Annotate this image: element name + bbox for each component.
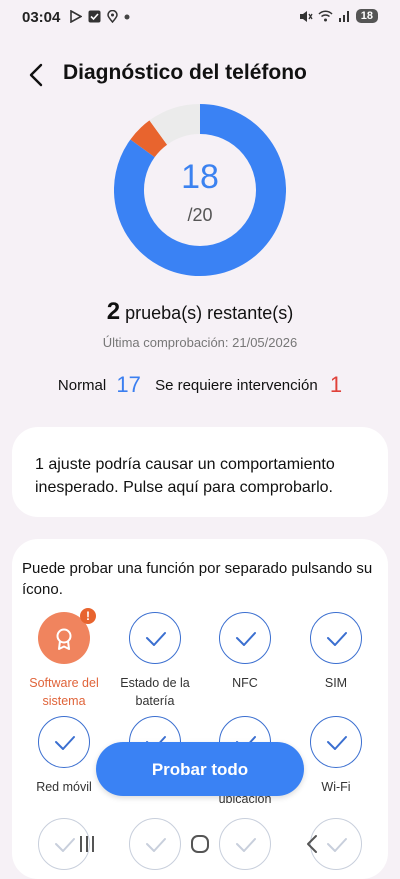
warning-text: 1 ajuste podría causar un comportamiento…	[35, 456, 335, 496]
remaining-tests: 2 prueba(s) restante(s)	[0, 298, 400, 326]
signal-icon	[338, 11, 349, 22]
tile-label: Estado de la batería	[120, 676, 190, 708]
tile-icon-circle	[38, 716, 90, 768]
last-check: Última comprobación: 21/05/2026	[102, 335, 298, 350]
tile-wifi[interactable]: Wi-Fi	[291, 716, 381, 796]
back-arrow-icon	[29, 63, 43, 87]
check-icon	[327, 736, 347, 750]
tile-label: Software del sistema	[29, 676, 99, 708]
tile-label: Wi-Fi	[321, 780, 351, 794]
mute-icon	[299, 10, 313, 22]
status-time: 03:04	[22, 9, 61, 26]
nav-back-icon	[307, 835, 317, 853]
score-donut: 18 /20	[114, 104, 286, 276]
score-value: 18	[181, 158, 219, 196]
location-icon	[107, 10, 118, 23]
tile-label: NFC	[232, 676, 258, 690]
tile-icon-circle: !	[38, 608, 96, 664]
tile-icon-circle	[219, 612, 271, 664]
tile-icon-circle	[310, 716, 362, 768]
home-icon	[191, 835, 209, 853]
donut-segment-pending	[149, 104, 201, 146]
back-button[interactable]	[22, 60, 52, 90]
tile-icon-circle	[129, 612, 181, 664]
home-button[interactable]	[185, 831, 215, 857]
more-dot-icon	[124, 14, 130, 19]
issues-count: 1	[329, 372, 343, 397]
play-store-icon	[70, 10, 82, 23]
remaining-count: 2	[106, 298, 121, 325]
check-icon	[327, 632, 347, 646]
tile-nfc[interactable]: NFC	[200, 612, 290, 692]
issues-label: Se requiere intervención	[155, 377, 318, 394]
checkmark-app-icon	[88, 10, 101, 23]
tile-label: Red móvil	[36, 780, 92, 794]
normal-count: 17	[116, 372, 141, 397]
check-icon	[55, 736, 75, 750]
tile-sim[interactable]: SIM	[291, 612, 381, 692]
recent-apps-icon	[80, 836, 94, 852]
nav-back-button[interactable]	[298, 831, 328, 857]
notification-icons	[70, 10, 130, 23]
test-all-button[interactable]: Probar todo	[96, 742, 304, 796]
header: Diagnóstico del teléfono	[0, 52, 400, 96]
tile-icon-circle	[310, 612, 362, 664]
tile-battery-status[interactable]: Estado de la batería	[110, 612, 200, 710]
page-title: Diagnóstico del teléfono	[63, 61, 307, 84]
recent-apps-button[interactable]	[72, 831, 102, 857]
result-summary: Normal 17 Se requiere intervención 1	[0, 372, 400, 398]
donut-segment-issues	[130, 120, 168, 158]
warning-card[interactable]: 1 ajuste podría causar un comportamiento…	[12, 427, 388, 517]
system-icons: 18	[299, 9, 378, 23]
check-icon	[236, 632, 256, 646]
wifi-icon	[318, 10, 333, 22]
function-tests-intro: Puede probar una función por separado pu…	[22, 560, 373, 598]
battery-indicator: 18	[355, 9, 378, 23]
status-bar: 03:04 18	[0, 0, 400, 34]
tile-mobile-network[interactable]: Red móvil	[19, 716, 109, 796]
ribbon-icon	[56, 628, 72, 650]
remaining-text: prueba(s) restante(s)	[125, 303, 294, 323]
score-total: /20	[187, 205, 213, 225]
tile-label: SIM	[324, 676, 348, 690]
check-icon	[146, 632, 166, 646]
navigation-bar	[0, 817, 400, 867]
alert-badge: !	[80, 608, 96, 624]
normal-label: Normal	[57, 377, 107, 394]
tile-system-software[interactable]: ! Software del sistema	[19, 608, 109, 710]
